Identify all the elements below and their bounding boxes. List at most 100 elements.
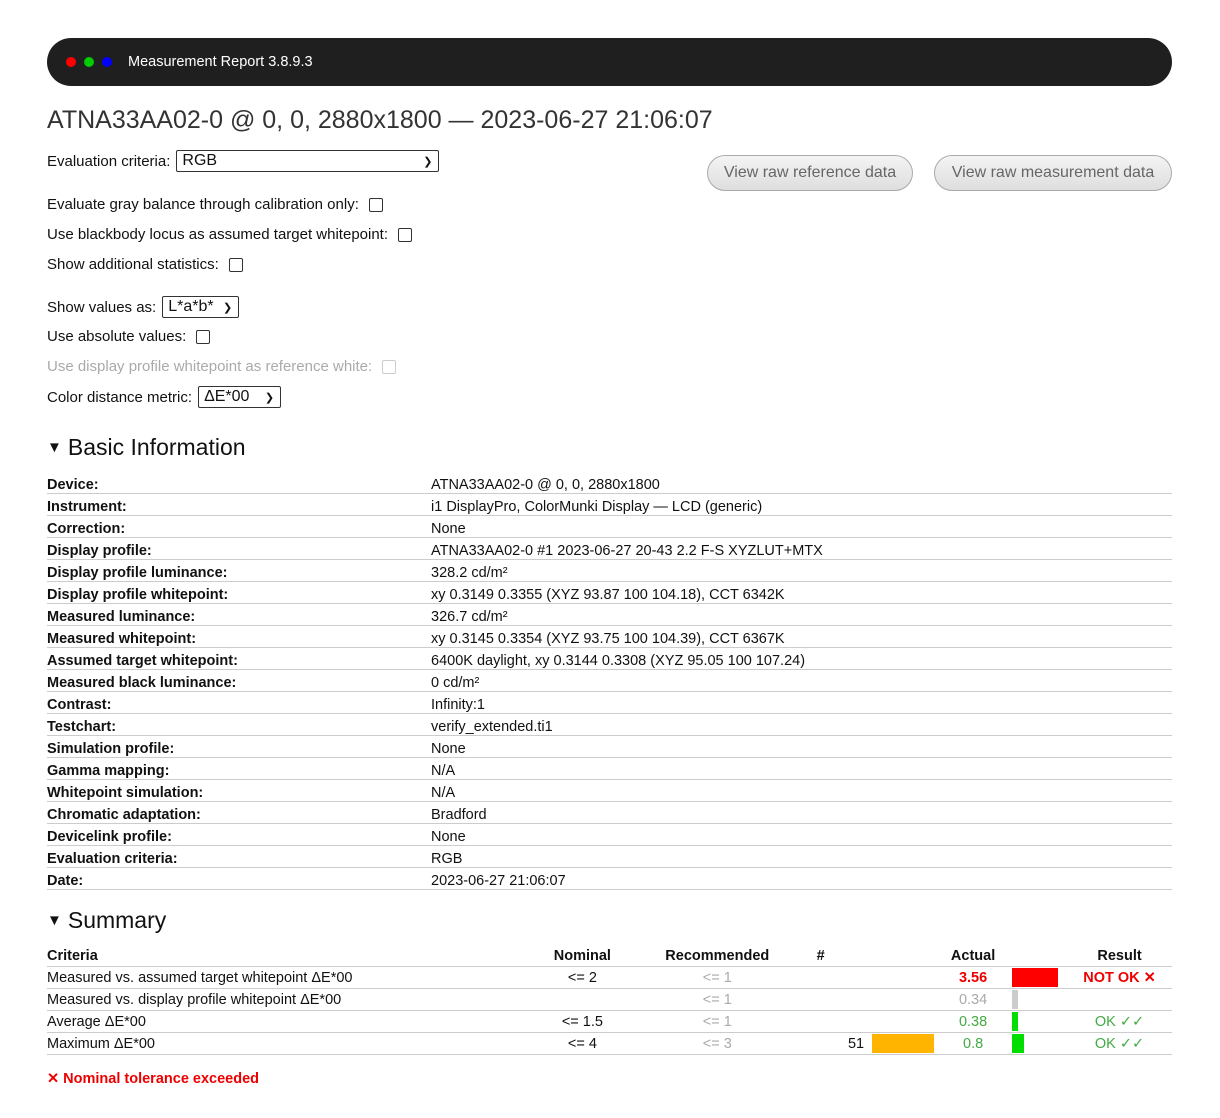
close-dot-icon[interactable] [66,57,76,67]
blackbody-checkbox[interactable] [398,227,413,242]
count-bar [872,1034,935,1053]
minimize-dot-icon[interactable] [102,57,112,67]
gray-balance-option: Evaluate gray balance through calibratio… [47,196,383,213]
nominal-cell: <= 4 [499,1032,666,1055]
evaluation-criteria-select[interactable]: RGB ❯ [176,150,440,172]
profile-whitepoint-label: Use display profile whitepoint as refere… [47,358,373,375]
info-key: Measured whitepoint: [47,625,431,648]
info-value: ATNA33AA02-0 #1 2023-06-27 20-43 2.2 F-S… [431,537,1172,560]
count-cell [769,1010,873,1033]
maximize-dot-icon[interactable] [84,57,94,67]
info-row: Display profile whitepoint: xy 0.3149 0.3… [47,581,1172,604]
window-titlebar: Measurement Report 3.8.9.3 [47,38,1172,86]
actual-cell: 0.34 [934,988,1013,1011]
info-key: Gamma mapping: [47,757,431,780]
summary-toggle[interactable]: ▼ Summary [47,907,166,934]
recommended-cell: <= 1 [665,1010,770,1033]
info-value: xy 0.3149 0.3355 (XYZ 93.87 100 104.18),… [431,581,1172,604]
actual-bar [1012,968,1059,987]
info-row: Instrument: i1 DisplayPro, ColorMunki Dis… [47,493,1172,516]
info-value: 328.2 cd/m² [431,559,1172,582]
view-raw-reference-button[interactable]: View raw reference data [707,155,913,191]
blackbody-label: Use blackbody locus as assumed target wh… [47,226,389,243]
evaluation-criteria-value: RGB [182,152,218,169]
info-key: Assumed target whitepoint: [47,647,431,670]
info-value: None [431,515,1172,538]
actual-cell: 3.56 [934,966,1013,989]
info-key: Measured luminance: [47,603,431,626]
info-key: Display profile whitepoint: [47,581,431,604]
chevron-down-icon: ❯ [264,391,275,404]
recommended-cell: <= 1 [665,988,770,1011]
info-row: Evaluation criteria: RGB [47,845,1172,868]
info-row: Measured luminance: 326.7 cd/m² [47,603,1172,626]
info-key: Whitepoint simulation: [47,779,431,802]
info-value: None [431,823,1172,846]
info-row: Testchart: verify_extended.ti1 [47,713,1172,736]
basic-info-table: Device: ATNA33AA02-0 @ 0, 0, 2880x1800 Ins… [47,472,1172,890]
distance-metric-row: Color distance metric: ΔE*00 ❯ [47,386,282,408]
count-bar-cell [872,966,935,989]
info-value: Bradford [431,801,1172,824]
info-key: Testchart: [47,713,431,736]
info-row: Device: ATNA33AA02-0 @ 0, 0, 2880x1800 [47,472,1172,494]
absolute-values-checkbox[interactable] [196,329,211,344]
info-row: Assumed target whitepoint: 6400K daylight… [47,647,1172,670]
additional-stats-checkbox[interactable] [228,257,243,272]
evaluation-criteria-row: Evaluation criteria: RGB ❯ [47,150,440,172]
info-row: Date: 2023-06-27 21:06:07 [47,867,1172,890]
info-row: Simulation profile: None [47,735,1172,758]
actual-bar [1012,990,1019,1009]
info-key: Devicelink profile: [47,823,431,846]
info-row: Whitepoint simulation: N/A [47,779,1172,802]
nominal-cell: <= 1.5 [499,1010,666,1033]
info-key: Device: [47,472,431,494]
distance-metric-label: Color distance metric: [47,388,193,406]
info-key: Evaluation criteria: [47,845,431,868]
show-values-label: Show values as: [47,298,157,316]
info-value: 0 cd/m² [431,669,1172,692]
info-value: i1 DisplayPro, ColorMunki Display — LCD … [431,493,1172,516]
info-row: Devicelink profile: None [47,823,1172,846]
basic-info-toggle[interactable]: ▼ Basic Information [47,434,246,461]
actual-header: Actual [934,945,1013,967]
result-header: Result [1067,945,1172,967]
gray-balance-checkbox[interactable] [368,197,383,212]
info-value: verify_extended.ti1 [431,713,1172,736]
criteria-cell: Measured vs. assumed target whitepoint Δ… [47,966,500,989]
nominal-cell [499,988,666,1011]
show-values-select[interactable]: L*a*b* ❯ [162,296,240,318]
tolerance-note: ✕ Nominal tolerance exceeded [47,1071,260,1087]
summary-heading: Summary [67,907,167,933]
count-cell: 51 [769,1032,873,1055]
nominal-header: Nominal [499,945,666,967]
triangle-down-icon: ▼ [47,912,62,929]
recommended-header: Recommended [665,945,770,967]
info-row: Display profile luminance: 328.2 cd/m² [47,559,1172,582]
count-bar-cell [872,988,935,1011]
info-key: Measured black luminance: [47,669,431,692]
window-title: Measurement Report 3.8.9.3 [128,54,313,70]
result-cell: OK ✓✓ [1067,1010,1172,1033]
info-key: Display profile luminance: [47,559,431,582]
info-key: Display profile: [47,537,431,560]
info-value: RGB [431,845,1172,868]
actual-bar [1012,1012,1019,1031]
count-bar-cell [872,1032,935,1055]
info-value: N/A [431,757,1172,780]
additional-stats-label: Show additional statistics: [47,256,219,273]
chevron-down-icon: ❯ [423,155,433,168]
count-bar-cell [872,1010,935,1033]
criteria-cell: Maximum ΔE*00 [47,1032,500,1055]
show-values-value: L*a*b* [168,298,214,315]
criteria-header: Criteria [47,945,500,967]
absolute-values-label: Use absolute values: [47,328,187,345]
info-row: Gamma mapping: N/A [47,757,1172,780]
absolute-values-option: Use absolute values: [47,328,211,345]
actual-bar-cell [1012,966,1068,989]
evaluation-criteria-label: Evaluation criteria: [47,152,171,170]
view-raw-measurement-button[interactable]: View raw measurement data [934,155,1172,191]
window-controls [66,57,112,67]
summary-row: Measured vs. assumed target whitepoint Δ… [47,966,1172,989]
distance-metric-select[interactable]: ΔE*00 ❯ [198,386,282,408]
